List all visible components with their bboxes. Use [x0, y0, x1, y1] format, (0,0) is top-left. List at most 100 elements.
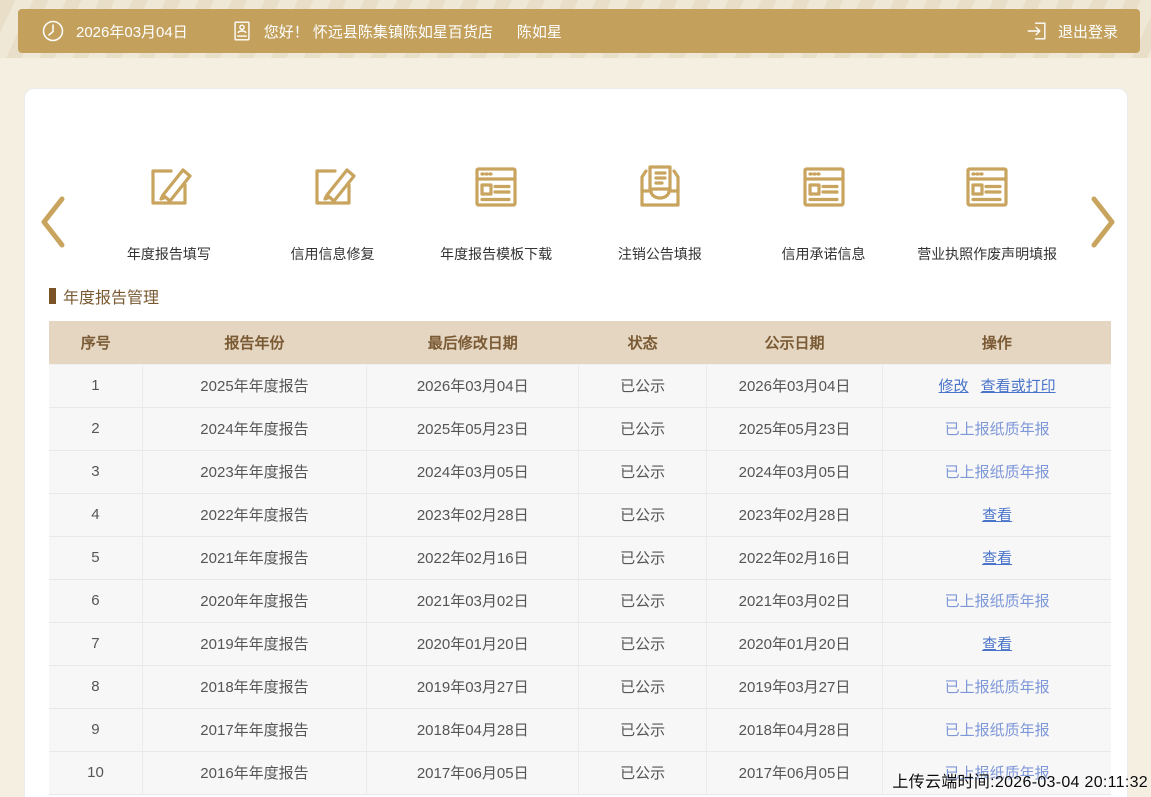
- cell-actions: 查看: [883, 536, 1111, 579]
- document-icon: [468, 149, 524, 220]
- cell-actions: 已上报纸质年报: [883, 579, 1111, 622]
- table-row: 12025年年度报告2026年03月04日已公示2026年03月04日修改查看或…: [49, 364, 1111, 407]
- menu-item-6[interactable]: 营业执照作废声明填报: [905, 149, 1069, 264]
- section-title-marker: [49, 288, 56, 304]
- action-link[interactable]: 查看: [982, 636, 1012, 653]
- table-row: 32023年年度报告2024年03月05日已公示2024年03月05日已上报纸质…: [49, 450, 1111, 493]
- carousel-prev-button[interactable]: [37, 194, 67, 250]
- cell-modified: 2020年01月20日: [367, 622, 579, 665]
- cell-published: 2017年06月05日: [706, 751, 882, 794]
- cell-published: 2018年04月28日: [706, 708, 882, 751]
- cell-modified: 2024年03月05日: [367, 450, 579, 493]
- menu-item-5[interactable]: 信用承诺信息: [742, 149, 906, 264]
- document-icon: [959, 149, 1015, 220]
- cell-status: 已公示: [579, 708, 706, 751]
- cell-year: 2021年年度报告: [142, 536, 366, 579]
- quick-menu-items: 年度报告填写 信用信息修复 年度报告模板下载注销公告填报 信用承诺信息 营业执照作废声明…: [87, 149, 1069, 264]
- cell-actions: 已上报纸质年报: [883, 450, 1111, 493]
- cell-year: 2016年年度报告: [142, 751, 366, 794]
- action-status-text: 已上报纸质年报: [945, 679, 1050, 696]
- cell-published: 2023年02月28日: [706, 493, 882, 536]
- cell-status: 已公示: [579, 665, 706, 708]
- username-text: 陈如星: [517, 21, 562, 42]
- user-group: 您好！ 怀远县陈集镇陈如星百货店 陈如星: [230, 19, 562, 43]
- column-header: 序号: [49, 321, 142, 364]
- cell-published: 2025年05月23日: [706, 407, 882, 450]
- cell-year: 2024年年度报告: [142, 407, 366, 450]
- clock-icon: [40, 18, 66, 44]
- document-icon: [796, 149, 852, 220]
- column-header: 最后修改日期: [367, 321, 579, 364]
- main-card: 年度报告填写 信用信息修复 年度报告模板下载注销公告填报 信用承诺信息 营业执照作废声明…: [24, 88, 1128, 797]
- table-row: 72019年年度报告2020年01月20日已公示2020年01月20日查看: [49, 622, 1111, 665]
- cell-no: 6: [49, 579, 142, 622]
- menu-item-label: 信用信息修复: [291, 244, 375, 264]
- cell-status: 已公示: [579, 450, 706, 493]
- carousel-next-button[interactable]: [1089, 194, 1119, 250]
- table-row: 82018年年度报告2019年03月27日已公示2019年03月27日已上报纸质…: [49, 665, 1111, 708]
- cell-year: 2020年年度报告: [142, 579, 366, 622]
- cell-status: 已公示: [579, 407, 706, 450]
- action-link[interactable]: 修改: [939, 378, 969, 395]
- section-title: 年度报告管理: [49, 284, 159, 308]
- cell-year: 2019年年度报告: [142, 622, 366, 665]
- action-status-text: 已上报纸质年报: [945, 464, 1050, 481]
- logout-button[interactable]: 退出登录: [1025, 19, 1118, 43]
- cell-no: 5: [49, 536, 142, 579]
- cell-published: 2026年03月04日: [706, 364, 882, 407]
- cell-status: 已公示: [579, 364, 706, 407]
- menu-item-label: 年度报告填写: [127, 244, 211, 264]
- chevron-left-icon: [38, 195, 66, 249]
- topbar: 2026年03月04日 您好！ 怀远县陈集镇陈如星百货店 陈如星 退出登录: [18, 9, 1140, 53]
- action-link[interactable]: 查看或打印: [981, 378, 1056, 395]
- cell-no: 9: [49, 708, 142, 751]
- menu-item-2[interactable]: 信用信息修复: [251, 149, 415, 264]
- cell-modified: 2025年05月23日: [367, 407, 579, 450]
- cell-published: 2022年02月16日: [706, 536, 882, 579]
- menu-item-3[interactable]: 年度报告模板下载: [414, 149, 578, 264]
- table-row: 92017年年度报告2018年04月28日已公示2018年04月28日已上报纸质…: [49, 708, 1111, 751]
- cell-status: 已公示: [579, 579, 706, 622]
- table-row: 62020年年度报告2021年03月02日已公示2021年03月02日已上报纸质…: [49, 579, 1111, 622]
- current-date: 2026年03月04日: [76, 21, 188, 42]
- menu-item-label: 注销公告填报: [618, 244, 702, 264]
- cell-modified: 2017年06月05日: [367, 751, 579, 794]
- cell-modified: 2019年03月27日: [367, 665, 579, 708]
- cell-no: 10: [49, 751, 142, 794]
- table-row: 42022年年度报告2023年02月28日已公示2023年02月28日查看: [49, 493, 1111, 536]
- menu-item-4[interactable]: 注销公告填报: [578, 149, 742, 264]
- quick-menu-carousel: 年度报告填写 信用信息修复 年度报告模板下载注销公告填报 信用承诺信息 营业执照作废声明…: [25, 149, 1127, 299]
- menu-item-label: 营业执照作废声明填报: [917, 244, 1057, 264]
- logout-icon: [1025, 19, 1049, 43]
- cell-actions: 已上报纸质年报: [883, 665, 1111, 708]
- cell-status: 已公示: [579, 493, 706, 536]
- cell-actions: 查看: [883, 622, 1111, 665]
- date-group: 2026年03月04日: [40, 18, 218, 44]
- menu-item-1[interactable]: 年度报告填写: [87, 149, 251, 264]
- cell-no: 8: [49, 665, 142, 708]
- cell-status: 已公示: [579, 751, 706, 794]
- cell-modified: 2018年04月28日: [367, 708, 579, 751]
- action-link[interactable]: 查看: [982, 550, 1012, 567]
- cell-status: 已公示: [579, 536, 706, 579]
- cell-no: 2: [49, 407, 142, 450]
- cell-modified: 2026年03月04日: [367, 364, 579, 407]
- inbox-icon: [632, 149, 688, 220]
- topbar-left: 2026年03月04日 您好！ 怀远县陈集镇陈如星百货店 陈如星: [40, 18, 562, 44]
- cell-modified: 2021年03月02日: [367, 579, 579, 622]
- cell-no: 7: [49, 622, 142, 665]
- cell-published: 2019年03月27日: [706, 665, 882, 708]
- action-status-text: 已上报纸质年报: [945, 593, 1050, 610]
- upload-time-watermark: 上传云端时间:2026-03-04 20:11:32: [892, 768, 1148, 792]
- section-title-text: 年度报告管理: [63, 284, 159, 308]
- cell-modified: 2022年02月16日: [367, 536, 579, 579]
- cell-published: 2021年03月02日: [706, 579, 882, 622]
- cell-status: 已公示: [579, 622, 706, 665]
- action-link[interactable]: 查看: [982, 507, 1012, 524]
- menu-item-label: 信用承诺信息: [782, 244, 866, 264]
- column-header: 公示日期: [706, 321, 882, 364]
- logout-label: 退出登录: [1058, 21, 1118, 42]
- action-status-text: 已上报纸质年报: [945, 421, 1050, 438]
- table-row: 52021年年度报告2022年02月16日已公示2022年02月16日查看: [49, 536, 1111, 579]
- cell-published: 2020年01月20日: [706, 622, 882, 665]
